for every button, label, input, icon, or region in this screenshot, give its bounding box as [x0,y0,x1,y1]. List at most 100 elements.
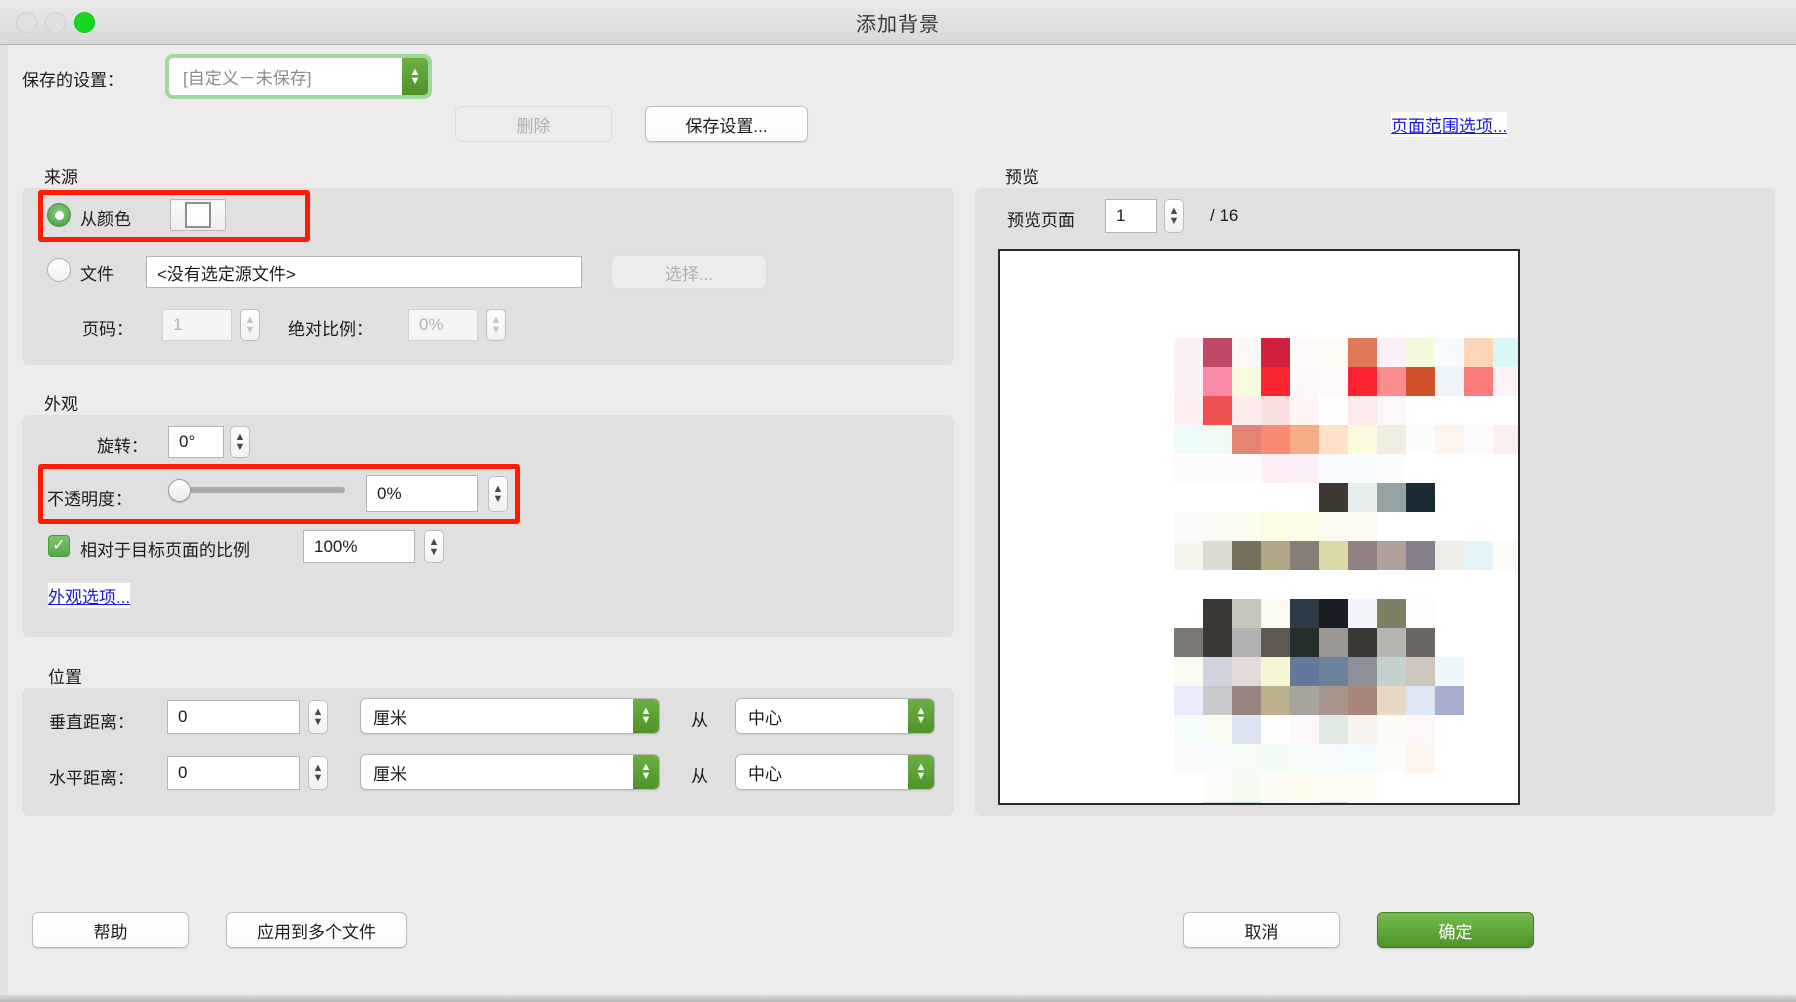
page-range-options-link[interactable]: 页面范围选项... [1391,112,1508,137]
page-number-input[interactable]: 1 [162,309,232,341]
preview-pixel [1116,686,1145,715]
delete-preset-button[interactable]: 删除 [455,106,612,142]
horizontal-unit-select[interactable]: 厘米 ▲ ▼ [360,754,660,790]
preview-pixel [1464,338,1493,367]
preview-pixel [1174,338,1203,367]
preview-pixel [1145,599,1174,628]
preview-pixel [1058,686,1087,715]
preview-pixel [1348,657,1377,686]
apply-to-multiple-files-button[interactable]: 应用到多个文件 [226,912,407,948]
preview-pixel [1493,483,1518,512]
preview-pixel [1116,628,1145,657]
appearance-group-box [22,415,954,637]
preview-pixel [1087,512,1116,541]
vertical-unit-select[interactable]: 厘米 ▲ ▼ [360,698,660,734]
preview-pixel [1348,338,1377,367]
preview-pixel [1377,657,1406,686]
preview-pixel [1348,280,1377,309]
opacity-stepper[interactable]: ▲ ▼ [488,476,508,512]
chevron-down-icon: ▼ [1168,215,1180,227]
saved-settings-combobox-inner: [自定义－未保存] ▲ ▼ [169,58,428,95]
source-file-input[interactable]: <没有选定源文件> [146,256,582,288]
preview-pixel [1406,425,1435,454]
preview-pixel [1261,338,1290,367]
ok-button[interactable]: 确定 [1377,912,1534,948]
preview-pixel [1000,396,1029,425]
horizontal-from-value: 中心 [748,764,782,784]
rotation-input[interactable]: 0° [168,426,224,458]
minimize-window-icon[interactable] [45,12,66,33]
from-file-radio[interactable] [47,258,71,282]
preview-pixel [1174,280,1203,309]
preview-pixel [1290,396,1319,425]
page-number-stepper[interactable]: ▲ ▼ [240,309,260,341]
background-color-swatch[interactable] [170,199,226,231]
preview-pixel [1029,367,1058,396]
horizontal-distance-stepper[interactable]: ▲ ▼ [308,756,328,790]
relative-scale-stepper[interactable]: ▲ ▼ [424,530,444,563]
close-window-icon[interactable] [16,12,37,33]
appearance-options-link[interactable]: 外观选项... [48,583,131,608]
absolute-scale-stepper[interactable]: ▲ ▼ [486,309,506,341]
preview-pixel [1406,802,1435,803]
opacity-slider-knob[interactable] [168,479,191,502]
absolute-scale-input[interactable]: 0% [408,309,478,341]
rotation-stepper[interactable]: ▲ ▼ [230,426,250,458]
preview-pixel [1203,541,1232,570]
preview-page-canvas[interactable] [998,249,1520,805]
cancel-button[interactable]: 取消 [1183,912,1340,948]
horizontal-from-label: 从 [691,767,708,786]
preview-page-input[interactable]: 1 [1105,199,1157,233]
preview-page-stepper[interactable]: ▲ ▼ [1164,199,1184,233]
help-button[interactable]: 帮助 [32,912,189,948]
horizontal-from-stepper-icon[interactable]: ▲ ▼ [908,755,934,789]
vertical-unit-stepper-icon[interactable]: ▲ ▼ [633,699,659,733]
from-color-radio[interactable] [47,203,71,227]
vertical-distance-input[interactable]: 0 [167,700,300,734]
preview-pixel [1493,280,1518,309]
horizontal-distance-input[interactable]: 0 [167,756,300,790]
save-settings-button[interactable]: 保存设置... [645,106,808,142]
preview-pixel [1232,628,1261,657]
preview-pixel [1145,338,1174,367]
preview-pixel [1058,802,1087,803]
preview-pixel [1000,454,1029,483]
preview-pixel [1232,396,1261,425]
preview-pixel [1232,454,1261,483]
preview-thumbnail-grid [1000,251,1518,803]
preview-pixel [1290,367,1319,396]
opacity-input[interactable]: 0% [366,475,478,512]
preview-pixel [1406,483,1435,512]
window-bottom-edge [0,995,1796,1002]
preview-pixel [1145,686,1174,715]
vertical-from-stepper-icon[interactable]: ▲ ▼ [908,699,934,733]
chevron-up-icon: ▲ [428,535,440,548]
preview-pixel [1406,686,1435,715]
preview-pixel [1029,338,1058,367]
preview-pixel [1348,744,1377,773]
preview-pixel [1377,802,1406,803]
relative-scale-checkbox[interactable]: ✓ [48,535,70,557]
preview-pixel [1464,686,1493,715]
preview-pixel [1203,396,1232,425]
saved-settings-combobox[interactable]: [自定义－未保存] ▲ ▼ [165,54,432,99]
relative-scale-input[interactable]: 100% [303,530,415,563]
maximize-window-icon[interactable] [74,12,95,33]
preview-pixel [1145,483,1174,512]
preview-pixel [1029,251,1058,280]
saved-settings-stepper-icon[interactable]: ▲ ▼ [402,58,428,95]
preview-pixel [1290,251,1319,280]
horizontal-unit-stepper-icon[interactable]: ▲ ▼ [633,755,659,789]
vertical-distance-stepper[interactable]: ▲ ▼ [308,700,328,734]
horizontal-unit-value: 厘米 [373,764,407,784]
choose-file-button[interactable]: 选择... [611,255,767,289]
opacity-slider-track[interactable] [175,487,345,493]
preview-pixel [1145,628,1174,657]
preview-pixel [1435,367,1464,396]
horizontal-from-select[interactable]: 中心 ▲ ▼ [735,754,935,790]
preview-pixel [1174,251,1203,280]
preview-pixel [1029,541,1058,570]
preview-pixel [1261,396,1290,425]
preview-pixel [1290,657,1319,686]
vertical-from-select[interactable]: 中心 ▲ ▼ [735,698,935,734]
